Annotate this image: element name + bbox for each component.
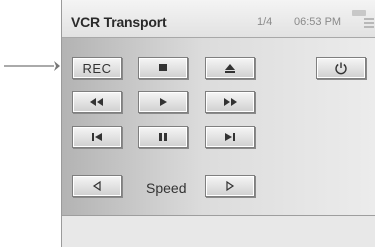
speed-down-icon [92, 180, 101, 192]
page-indicator: 1/4 [257, 16, 273, 28]
fast-forward-icon [224, 98, 237, 106]
eject-button[interactable] [205, 57, 255, 79]
bottom-bar [62, 216, 375, 247]
power-button[interactable] [316, 57, 366, 79]
skip-back-icon [92, 133, 102, 141]
window-title: VCR Transport [71, 14, 167, 30]
speed-down-button[interactable] [72, 175, 122, 197]
clock: 06:53 PM [294, 16, 342, 28]
record-label: REC [82, 60, 112, 76]
power-icon [335, 62, 347, 75]
record-button[interactable]: REC [72, 57, 122, 79]
fast-forward-button[interactable] [205, 91, 255, 113]
transport-panel: REC [62, 38, 375, 216]
pause-icon [159, 133, 167, 141]
stop-button[interactable] [138, 57, 188, 79]
speed-up-button[interactable] [205, 175, 255, 197]
rewind-button[interactable] [72, 91, 122, 113]
vcr-transport-window: VCR Transport 1/4 06:53 PM REC Speed [61, 0, 375, 247]
menu-icon[interactable] [364, 18, 374, 28]
battery-icon [352, 10, 366, 16]
eject-icon [225, 64, 235, 73]
skip-forward-icon [225, 133, 235, 141]
skip-back-button[interactable] [72, 126, 122, 148]
skip-forward-button[interactable] [205, 126, 255, 148]
callout-arrow-icon [4, 61, 60, 71]
play-button[interactable] [138, 91, 188, 113]
speed-up-icon [226, 180, 235, 192]
speed-label: Speed [146, 180, 187, 196]
stop-icon [159, 64, 167, 71]
title-bar: VCR Transport 1/4 06:53 PM [62, 0, 375, 38]
rewind-icon [90, 98, 103, 106]
play-icon [160, 98, 167, 106]
pause-button[interactable] [138, 126, 188, 148]
